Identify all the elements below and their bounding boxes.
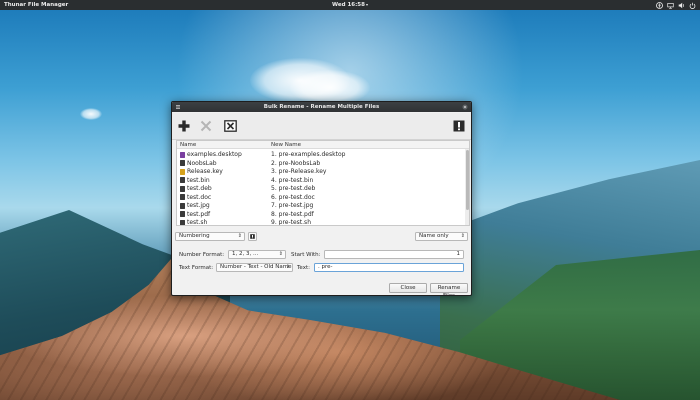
column-new-name-header[interactable]: New Name xyxy=(271,142,301,148)
file-row[interactable]: examples.desktop 1. pre-examples.desktop xyxy=(177,150,469,159)
text-file-icon xyxy=(180,211,185,217)
info-icon xyxy=(453,120,465,132)
new-name-cell: 3. pre-Release.key xyxy=(271,168,327,175)
name-scope-select[interactable]: Name only ⇕ xyxy=(415,232,468,241)
file-name-cell: test.jpg xyxy=(180,202,210,209)
desktop-file-icon xyxy=(180,152,185,158)
remove-icon xyxy=(200,120,212,132)
dialog-titlebar[interactable]: Bulk Rename - Rename Multiple Files xyxy=(172,102,471,112)
start-with-label: Start With: xyxy=(291,252,321,258)
file-name-cell: test.bin xyxy=(180,177,210,184)
text-file-icon xyxy=(180,177,185,183)
wallpaper-cloud xyxy=(290,70,370,105)
info-square-icon xyxy=(250,234,255,239)
new-name-cell: 4. pre-test.bin xyxy=(271,177,313,184)
rename-mode-select[interactable]: Numbering ⇕ xyxy=(175,232,245,241)
text-file-icon xyxy=(180,194,185,200)
new-name-cell: 1. pre-examples.desktop xyxy=(271,151,345,158)
top-panel: Thunar File Manager Wed 16:58▾ xyxy=(0,0,700,10)
file-row[interactable]: test.sh 9. pre-test.sh xyxy=(177,218,469,226)
accessibility-icon[interactable] xyxy=(656,2,663,9)
new-name-cell: 5. pre-test.deb xyxy=(271,185,315,192)
network-icon[interactable] xyxy=(667,2,674,9)
close-button[interactable]: Close xyxy=(389,283,427,293)
column-name-header[interactable]: Name xyxy=(180,142,196,148)
rename-mode-value: Numbering xyxy=(179,233,210,239)
key-file-icon xyxy=(180,169,185,175)
add-icon xyxy=(178,120,190,132)
add-files-button[interactable] xyxy=(177,119,191,133)
file-name-text: test.jpg xyxy=(187,202,210,209)
file-list-header: Name New Name xyxy=(177,141,469,149)
file-name-text: test.pdf xyxy=(187,211,210,218)
file-row[interactable]: test.doc 6. pre-test.doc xyxy=(177,193,469,202)
dialog-title: Bulk Rename - Rename Multiple Files xyxy=(172,104,471,110)
file-name-text: test.sh xyxy=(187,219,207,226)
volume-icon[interactable] xyxy=(678,2,685,9)
panel-clock[interactable]: Wed 16:58 xyxy=(332,2,365,8)
file-name-text: test.deb xyxy=(187,185,212,192)
dialog-toolbar xyxy=(172,113,471,140)
name-scope-value: Name only xyxy=(419,233,449,239)
text-label: Text: xyxy=(297,265,310,271)
text-file-icon xyxy=(180,160,185,166)
file-row[interactable]: Release.key 3. pre-Release.key xyxy=(177,167,469,176)
new-name-cell: 6. pre-test.doc xyxy=(271,194,315,201)
file-name-cell: Release.key xyxy=(180,168,223,175)
updown-arrows-icon: ⇕ xyxy=(279,251,283,258)
number-format-select[interactable]: 1, 2, 3, ... ⇕ xyxy=(228,250,286,259)
file-name-cell: examples.desktop xyxy=(180,151,242,158)
file-list[interactable]: Name New Name examples.desktop 1. pre-exa… xyxy=(176,140,470,226)
file-name-cell: test.doc xyxy=(180,194,211,201)
window-close-icon[interactable] xyxy=(462,104,468,110)
file-name-text: NoobsLab xyxy=(187,160,217,167)
wallpaper-cloud xyxy=(80,108,102,120)
active-app-name[interactable]: Thunar File Manager xyxy=(4,2,68,8)
text-format-label: Text Format: xyxy=(179,265,213,271)
file-name-text: Release.key xyxy=(187,168,223,175)
bulk-rename-dialog: Bulk Rename - Rename Multiple Files Name… xyxy=(171,101,472,296)
text-file-icon xyxy=(180,220,185,226)
file-name-cell: NoobsLab xyxy=(180,160,217,167)
system-tray xyxy=(656,2,696,9)
new-name-cell: 8. pre-test.pdf xyxy=(271,211,314,218)
updown-arrows-icon: ⇕ xyxy=(461,233,465,240)
file-row[interactable]: test.pdf 8. pre-test.pdf xyxy=(177,210,469,219)
file-name-text: test.bin xyxy=(187,177,210,184)
file-rows: examples.desktop1. pre-examples.desktopN… xyxy=(177,150,469,226)
text-input[interactable]: . pre- xyxy=(314,263,464,272)
file-name-text: test.doc xyxy=(187,194,211,201)
mode-info-button[interactable] xyxy=(248,232,257,241)
text-file-icon xyxy=(180,203,185,209)
text-format-value: Number - Text - Old Name xyxy=(220,264,292,270)
number-format-label: Number Format: xyxy=(179,252,224,258)
new-name-cell: 2. pre-NoobsLab xyxy=(271,160,320,167)
start-with-input[interactable]: 1 xyxy=(324,250,464,259)
file-row[interactable]: test.bin 4. pre-test.bin xyxy=(177,176,469,185)
clear-list-button[interactable] xyxy=(223,119,237,133)
file-name-cell: test.pdf xyxy=(180,211,210,218)
new-name-cell: 7. pre-test.jpg xyxy=(271,202,313,209)
new-name-cell: 9. pre-test.sh xyxy=(271,219,311,226)
number-format-value: 1, 2, 3, ... xyxy=(232,251,258,257)
file-name-text: examples.desktop xyxy=(187,151,242,158)
about-button[interactable] xyxy=(452,119,466,133)
updown-arrows-icon: ⇕ xyxy=(286,264,290,271)
text-file-icon xyxy=(180,186,185,192)
file-list-scrollbar-thumb[interactable] xyxy=(466,150,469,210)
file-row[interactable]: test.jpg 7. pre-test.jpg xyxy=(177,201,469,210)
file-row[interactable]: NoobsLab 2. pre-NoobsLab xyxy=(177,159,469,168)
file-row[interactable]: test.deb 5. pre-test.deb xyxy=(177,184,469,193)
rename-files-button[interactable]: Rename Files xyxy=(430,283,468,293)
power-icon[interactable] xyxy=(689,2,696,9)
clock-dropdown-icon[interactable]: ▾ xyxy=(366,2,368,7)
file-name-cell: test.deb xyxy=(180,185,212,192)
file-name-cell: test.sh xyxy=(180,219,207,226)
clear-icon xyxy=(224,120,237,132)
updown-arrows-icon: ⇕ xyxy=(238,233,242,240)
remove-files-button[interactable] xyxy=(199,119,213,133)
text-format-select[interactable]: Number - Text - Old Name ⇕ xyxy=(216,263,293,272)
